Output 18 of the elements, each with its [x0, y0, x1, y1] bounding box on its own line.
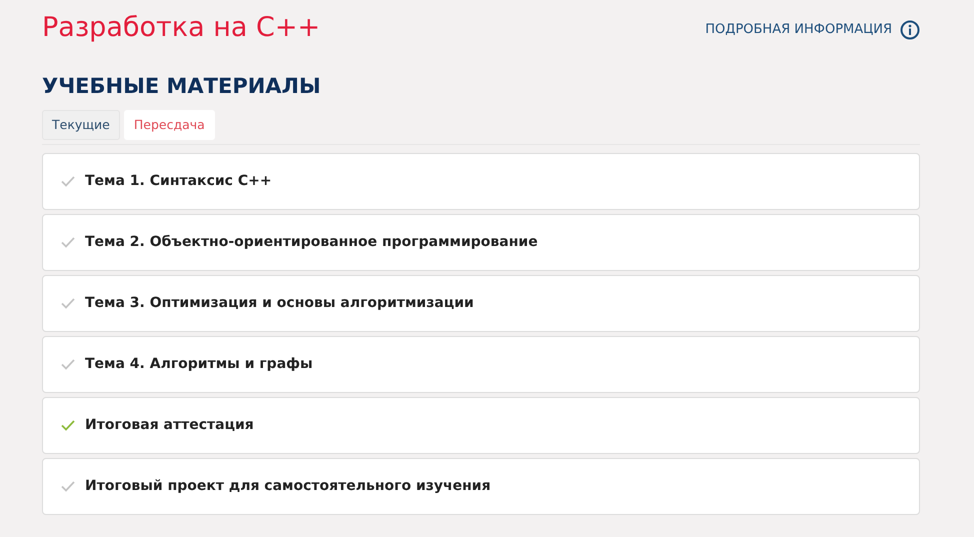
topic-row[interactable]: Тема 2. Объектно-ориентированное программирование [42, 214, 920, 272]
topic-title: Тема 2. Объектно-ориентированное программирование [85, 233, 538, 252]
topic-row[interactable]: Итоговая аттестация [42, 397, 920, 454]
topic-row[interactable]: Тема 4. Алгоритмы и графы [42, 336, 920, 394]
topic-title: Тема 3. Оптимизация и основы алгоритмизации [85, 294, 474, 314]
tab[interactable]: Пересдача [124, 110, 215, 140]
topic-title: Итоговая аттестация [85, 416, 254, 436]
course-title: Разработка на С++ [42, 12, 320, 44]
info-link[interactable]: ПОДРОБНАЯ ИНФОРМАЦИЯ [705, 20, 920, 40]
info-icon [900, 20, 920, 40]
tab[interactable]: Текущие [42, 110, 120, 140]
topic-title: Итоговый проект для самостоятельного изучения [85, 477, 491, 496]
topic-row[interactable]: Тема 3. Оптимизация и основы алгоритмизации [42, 275, 920, 332]
topic-row[interactable]: Итоговый проект для самостоятельного изучения [42, 458, 920, 516]
topic-title: Тема 1. Синтаксис С++ [85, 172, 272, 192]
section-title: УЧЕБНЫЕ МАТЕРИАЛЫ [42, 74, 322, 100]
topic-row[interactable]: Тема 1. Синтаксис С++ [42, 153, 920, 210]
topic-title: Тема 4. Алгоритмы и графы [85, 355, 313, 374]
